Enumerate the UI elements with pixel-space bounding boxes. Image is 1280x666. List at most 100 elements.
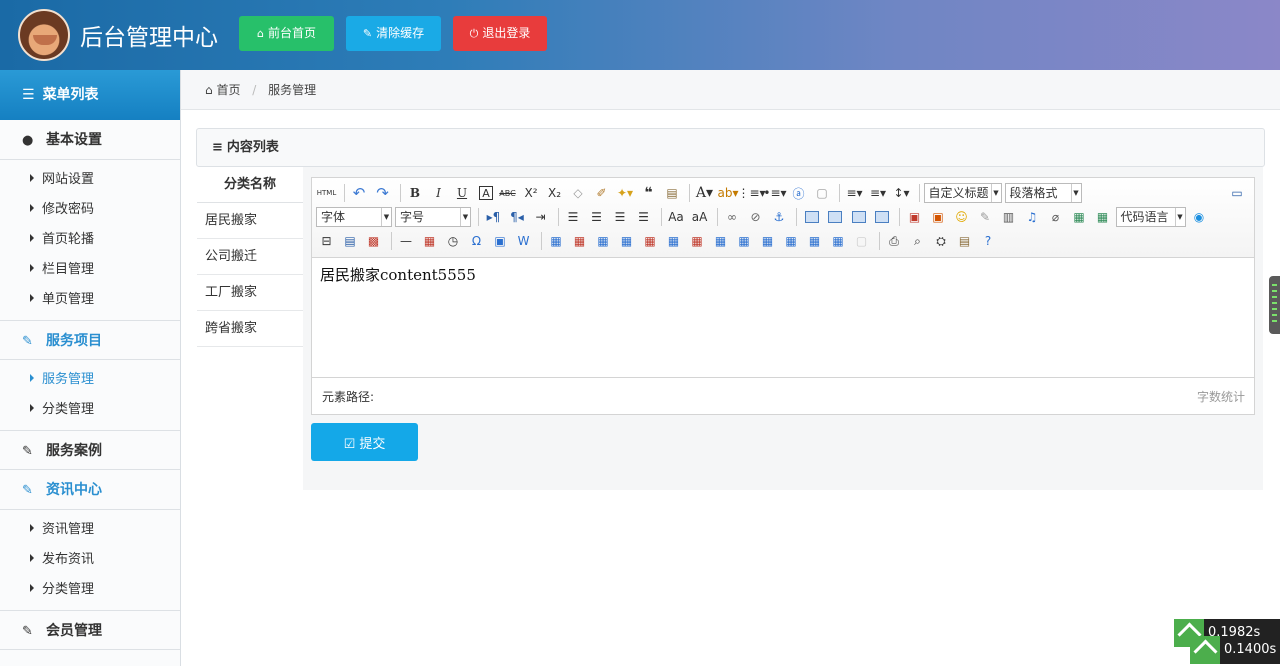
custom-title-dropdown[interactable]: 自定义标题 ▼: [923, 183, 1002, 203]
sidebar-group-basic-settings[interactable]: ● 基本设置: [0, 120, 180, 160]
highlight-color-icon[interactable]: ab▾: [718, 183, 739, 203]
split-cells-icon[interactable]: ▦: [781, 231, 802, 251]
submit-button[interactable]: ☑ 提交: [311, 423, 418, 461]
web-app-icon[interactable]: ◉: [1189, 207, 1210, 227]
insert-col-icon[interactable]: ▦: [663, 231, 684, 251]
sidebar-group-service-items[interactable]: ✎ 服务项目: [0, 320, 180, 360]
word-image-icon[interactable]: ▣: [490, 231, 511, 251]
google-map-icon[interactable]: ▦: [1092, 207, 1113, 227]
time-icon[interactable]: ◷: [443, 231, 464, 251]
sidebar-group-member-management[interactable]: ✎ 会员管理: [0, 610, 180, 650]
subscript-icon[interactable]: X₂: [544, 183, 565, 203]
sidebar-item-site-settings[interactable]: 网站设置: [0, 165, 180, 195]
template-icon[interactable]: ▤: [340, 231, 361, 251]
sidebar-item-change-password[interactable]: 修改密码: [0, 195, 180, 225]
frontend-home-button[interactable]: ⌂ 前台首页: [239, 16, 334, 51]
background-icon[interactable]: ▩: [363, 231, 384, 251]
bold-icon[interactable]: B: [405, 183, 426, 203]
side-scroll-handle[interactable]: [1269, 276, 1280, 334]
insert-row-icon[interactable]: ▦: [616, 231, 637, 251]
superscript-icon[interactable]: X²: [521, 183, 542, 203]
align-left-icon[interactable]: ☰: [563, 207, 584, 227]
eraser-icon[interactable]: ◇: [568, 183, 589, 203]
logout-button[interactable]: ⏻ 退出登录: [453, 16, 547, 51]
category-item[interactable]: 居民搬家: [197, 203, 303, 239]
category-item[interactable]: 跨省搬家: [197, 311, 303, 347]
rtl-direction-icon[interactable]: ¶◂: [507, 207, 528, 227]
anchor-icon[interactable]: ⚓: [769, 207, 790, 227]
paste-text-icon[interactable]: ▤: [662, 183, 683, 203]
align-center-icon[interactable]: ☰: [586, 207, 607, 227]
align-right-icon[interactable]: ☰: [610, 207, 631, 227]
preview-icon[interactable]: ⌕: [907, 231, 928, 251]
row-spacing-bottom-icon[interactable]: ≡▾: [868, 183, 889, 203]
sidebar-item-service-management[interactable]: 服务管理: [0, 365, 180, 395]
fullscreen-icon[interactable]: ▭: [1227, 183, 1248, 203]
merge-cells-icon[interactable]: ▦: [710, 231, 731, 251]
lowercase-icon[interactable]: aA: [689, 207, 710, 227]
redo-icon[interactable]: ↷: [372, 183, 393, 203]
html-source-icon[interactable]: HTML: [316, 183, 337, 203]
sidebar-group-service-cases[interactable]: ✎ 服务案例: [0, 430, 180, 470]
sidebar-item-publish-news[interactable]: 发布资讯: [0, 545, 180, 575]
italic-icon[interactable]: I: [428, 183, 449, 203]
row-spacing-top-icon[interactable]: ≡▾: [844, 183, 865, 203]
sidebar-item-single-page[interactable]: 单页管理: [0, 285, 180, 315]
insert-table-icon[interactable]: ▦: [546, 231, 567, 251]
auto-format-icon[interactable]: ✦▾: [615, 183, 636, 203]
sidebar-item-category-management[interactable]: 分类管理: [0, 395, 180, 425]
uppercase-icon[interactable]: Aa: [666, 207, 687, 227]
image-right-icon[interactable]: [848, 207, 869, 227]
simple-upload-icon[interactable]: ▣: [904, 207, 925, 227]
merge-right-icon[interactable]: ▦: [734, 231, 755, 251]
unordered-list-icon[interactable]: •≡▾: [763, 183, 786, 203]
special-char-icon[interactable]: Ω: [466, 231, 487, 251]
category-item[interactable]: 工厂搬家: [197, 275, 303, 311]
unlink-icon[interactable]: ⊘: [745, 207, 766, 227]
sidebar-item-column-management[interactable]: 栏目管理: [0, 255, 180, 285]
drafts-icon[interactable]: ▤: [954, 231, 975, 251]
chart-icon[interactable]: ▢: [851, 231, 872, 251]
align-justify-icon[interactable]: ☰: [633, 207, 654, 227]
clear-cache-button[interactable]: ✎ 清除缓存: [346, 16, 441, 51]
sidebar-item-news-management[interactable]: 资讯管理: [0, 515, 180, 545]
indent-icon[interactable]: ⇥: [530, 207, 551, 227]
paragraph-format-dropdown[interactable]: 段落格式 ▼: [1004, 183, 1082, 203]
breadcrumb-home[interactable]: 首页: [216, 83, 240, 97]
word-import-icon[interactable]: W: [513, 231, 534, 251]
merge-down-icon[interactable]: ▦: [757, 231, 778, 251]
image-none-icon[interactable]: [801, 207, 822, 227]
delete-table-icon[interactable]: ▦: [569, 231, 590, 251]
undo-icon[interactable]: ↶: [349, 183, 370, 203]
code-language-dropdown[interactable]: 代码语言 ▼: [1115, 207, 1186, 227]
insert-image-icon[interactable]: ▣: [928, 207, 949, 227]
blockquote-icon[interactable]: ❝: [638, 183, 659, 203]
music-icon[interactable]: ♫: [1022, 207, 1043, 227]
split-cols-icon[interactable]: ▦: [828, 231, 849, 251]
search-replace-icon[interactable]: ⛭: [931, 231, 952, 251]
link-icon[interactable]: ∞: [722, 207, 743, 227]
clear-doc-icon[interactable]: ▢: [812, 183, 833, 203]
help-icon[interactable]: ?: [978, 231, 999, 251]
strikethrough-icon[interactable]: ABC: [497, 183, 518, 203]
split-rows-icon[interactable]: ▦: [804, 231, 825, 251]
select-all-icon[interactable]: ⓐ: [788, 183, 809, 203]
scrawl-icon[interactable]: ✎: [975, 207, 996, 227]
insert-video-icon[interactable]: ▥: [998, 207, 1019, 227]
line-height-icon[interactable]: ↕▾: [891, 183, 912, 203]
ltr-direction-icon[interactable]: ▸¶: [483, 207, 504, 227]
sidebar-item-news-category[interactable]: 分类管理: [0, 575, 180, 605]
image-left-icon[interactable]: [825, 207, 846, 227]
underline-icon[interactable]: U: [452, 183, 473, 203]
attachment-icon[interactable]: ⌀: [1045, 207, 1066, 227]
font-family-dropdown[interactable]: 字体 ▼: [316, 207, 392, 227]
horizontal-rule-icon[interactable]: —: [396, 231, 417, 251]
sidebar-item-home-carousel[interactable]: 首页轮播: [0, 225, 180, 255]
font-size-dropdown[interactable]: 字号 ▼: [395, 207, 471, 227]
page-break-icon[interactable]: ⊟: [316, 231, 337, 251]
editor-content[interactable]: 居民搬家content5555: [312, 258, 1254, 377]
format-brush-icon[interactable]: ✐: [591, 183, 612, 203]
print-icon[interactable]: ⎙: [884, 231, 905, 251]
ordered-list-icon[interactable]: ⋮≡▾: [737, 183, 765, 203]
date-icon[interactable]: ▦: [419, 231, 440, 251]
